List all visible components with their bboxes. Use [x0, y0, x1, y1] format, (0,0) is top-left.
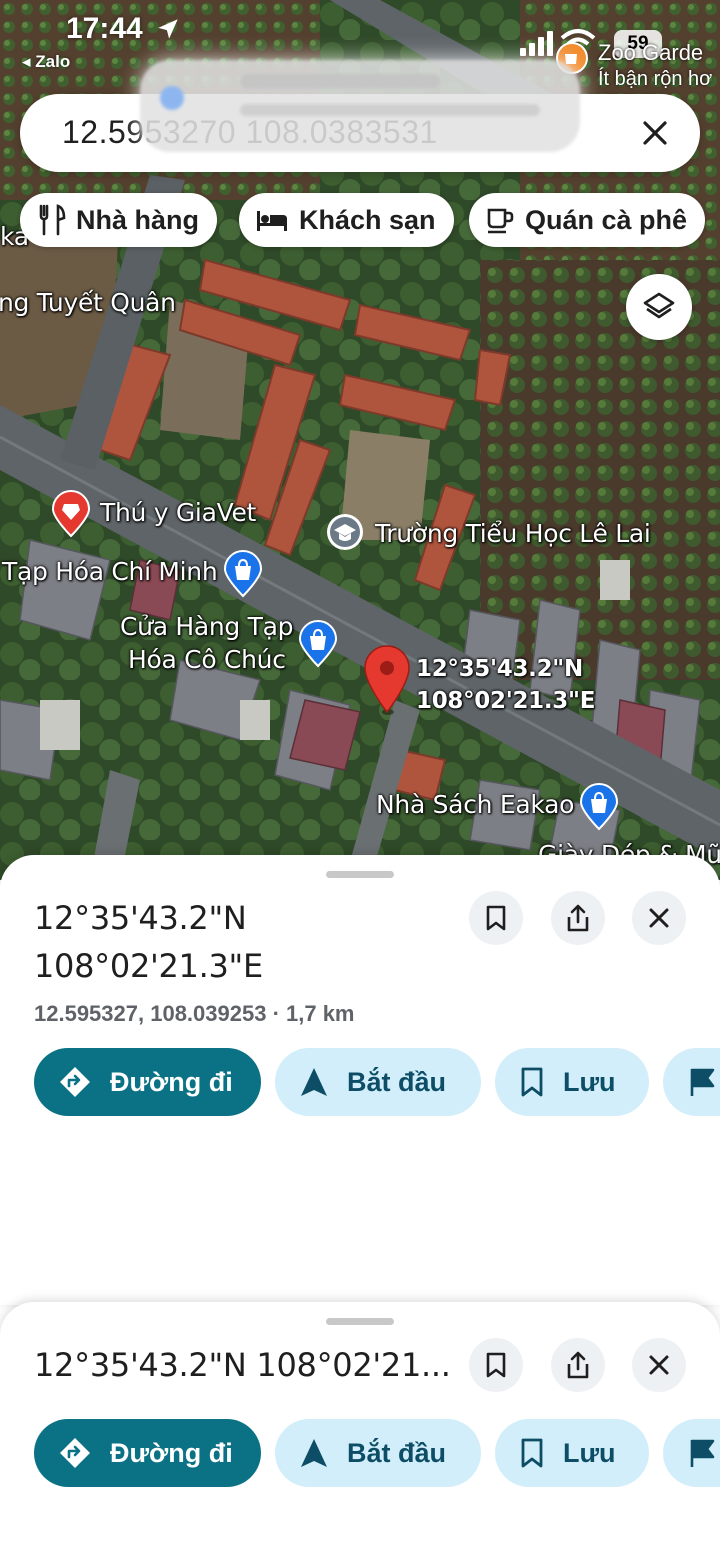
map-pin-lng-label: 108°02'21.3"E	[416, 688, 596, 714]
directions-label: Đường đi	[110, 1437, 233, 1468]
place-title-line1: 12°35'43.2"N	[34, 899, 247, 937]
bookmark-icon	[521, 1438, 543, 1468]
navigation-arrow-icon	[301, 1439, 327, 1467]
vet-poi-icon[interactable]	[50, 490, 92, 538]
map-label-tap-hoa-chi-minh[interactable]: Tạp Hóa Chí Minh	[2, 557, 218, 586]
navigation-arrow-icon	[301, 1068, 327, 1096]
chip-label: Quán cà phê	[525, 204, 688, 235]
blurred-notification-banner	[140, 60, 580, 152]
bookmark-icon	[521, 1067, 543, 1097]
close-icon	[649, 908, 669, 928]
map-label-tuyet-quan[interactable]: ng Tuyết Quân	[0, 288, 176, 317]
map-label-nha-sach[interactable]: Nhà Sách Eakao	[376, 790, 574, 819]
bookmark-icon	[486, 905, 506, 931]
close-button[interactable]	[632, 1338, 686, 1392]
place-peek-sheet[interactable]: 12°35'43.2"N 108°02'21... Đường đi Bắt đ…	[0, 1302, 720, 1557]
directions-label: Đường đi	[110, 1066, 233, 1097]
map-label-cua-hang-line1[interactable]: Cửa Hàng Tạp	[120, 612, 294, 641]
label-flag-button[interactable]	[663, 1048, 720, 1116]
save-bookmark-button[interactable]	[469, 1338, 523, 1392]
map-label-thu-y[interactable]: Thú y GiaVet	[100, 498, 256, 527]
map-pin-lat-label: 12°35'43.2"N	[416, 656, 583, 682]
directions-button[interactable]: Đường đi	[34, 1048, 261, 1116]
share-icon	[567, 904, 589, 932]
place-title-line2: 108°02'21.3"E	[34, 947, 263, 985]
close-button[interactable]	[632, 891, 686, 945]
share-button[interactable]	[551, 891, 605, 945]
chip-label: Khách sạn	[299, 204, 436, 235]
save-label: Lưu	[563, 1066, 616, 1097]
start-navigation-button[interactable]: Bắt đầu	[275, 1048, 481, 1116]
location-arrow-icon	[158, 19, 178, 39]
flag-icon	[690, 1439, 715, 1467]
shop-poi-icon[interactable]	[297, 620, 339, 668]
map-label-cua-hang-line2[interactable]: Hóa Cô Chúc	[128, 645, 286, 674]
shop-poi-icon[interactable]	[222, 550, 264, 598]
chip-cafes[interactable]: Quán cà phê	[469, 193, 706, 247]
save-bookmark-button[interactable]	[469, 891, 523, 945]
shop-poi-icon[interactable]	[578, 783, 620, 831]
save-button[interactable]: Lưu	[495, 1048, 649, 1116]
save-button[interactable]: Lưu	[495, 1419, 649, 1487]
bookmark-icon	[486, 1352, 506, 1378]
status-time: 17:44	[66, 12, 143, 45]
share-button[interactable]	[551, 1338, 605, 1392]
map-label-zoo-busy: Ít bận rộn hơ	[598, 68, 713, 90]
share-icon	[567, 1351, 589, 1379]
place-title: 12°35'43.2"N 108°02'21...	[34, 1346, 451, 1384]
restaurant-icon	[39, 204, 66, 236]
satellite-map[interactable]: ka ng Tuyết Quân Thú y GiaVet Trường Tiể…	[0, 0, 720, 880]
school-poi-icon[interactable]	[325, 512, 365, 558]
close-icon	[649, 1355, 669, 1375]
directions-button[interactable]: Đường đi	[34, 1419, 261, 1487]
save-label: Lưu	[563, 1437, 616, 1468]
clear-search-icon[interactable]	[634, 112, 676, 154]
sheet-drag-handle[interactable]	[326, 1318, 394, 1325]
chip-hotels[interactable]: Khách sạn	[239, 193, 454, 247]
layers-icon	[643, 292, 675, 319]
chip-restaurants[interactable]: Nhà hàng	[20, 193, 218, 247]
directions-icon	[60, 1438, 90, 1468]
start-label: Bắt đầu	[347, 1066, 447, 1097]
map-label-truong[interactable]: Trường Tiểu Học Lê Lai	[375, 519, 651, 548]
start-navigation-button[interactable]: Bắt đầu	[275, 1419, 481, 1487]
dropped-pin-icon[interactable]	[362, 644, 412, 716]
cafe-icon	[487, 208, 514, 234]
hotel-icon	[257, 211, 287, 231]
map-label-zoo-garden[interactable]: Zoo Garde	[598, 40, 703, 66]
sheet-drag-handle[interactable]	[326, 871, 394, 878]
start-label: Bắt đầu	[347, 1437, 447, 1468]
place-details-sheet[interactable]: 12°35'43.2"N 108°02'21.3"E 12.595327, 10…	[0, 855, 720, 1305]
label-flag-button[interactable]	[663, 1419, 720, 1487]
signal-icon	[520, 31, 553, 56]
directions-icon	[60, 1067, 90, 1097]
back-to-app-link[interactable]: ◂ Zalo	[22, 52, 70, 72]
layers-button[interactable]	[626, 274, 692, 340]
chip-label: Nhà hàng	[76, 204, 200, 235]
flag-icon	[690, 1068, 715, 1096]
place-subtitle: 12.595327, 108.039253 · 1,7 km	[34, 1001, 355, 1026]
